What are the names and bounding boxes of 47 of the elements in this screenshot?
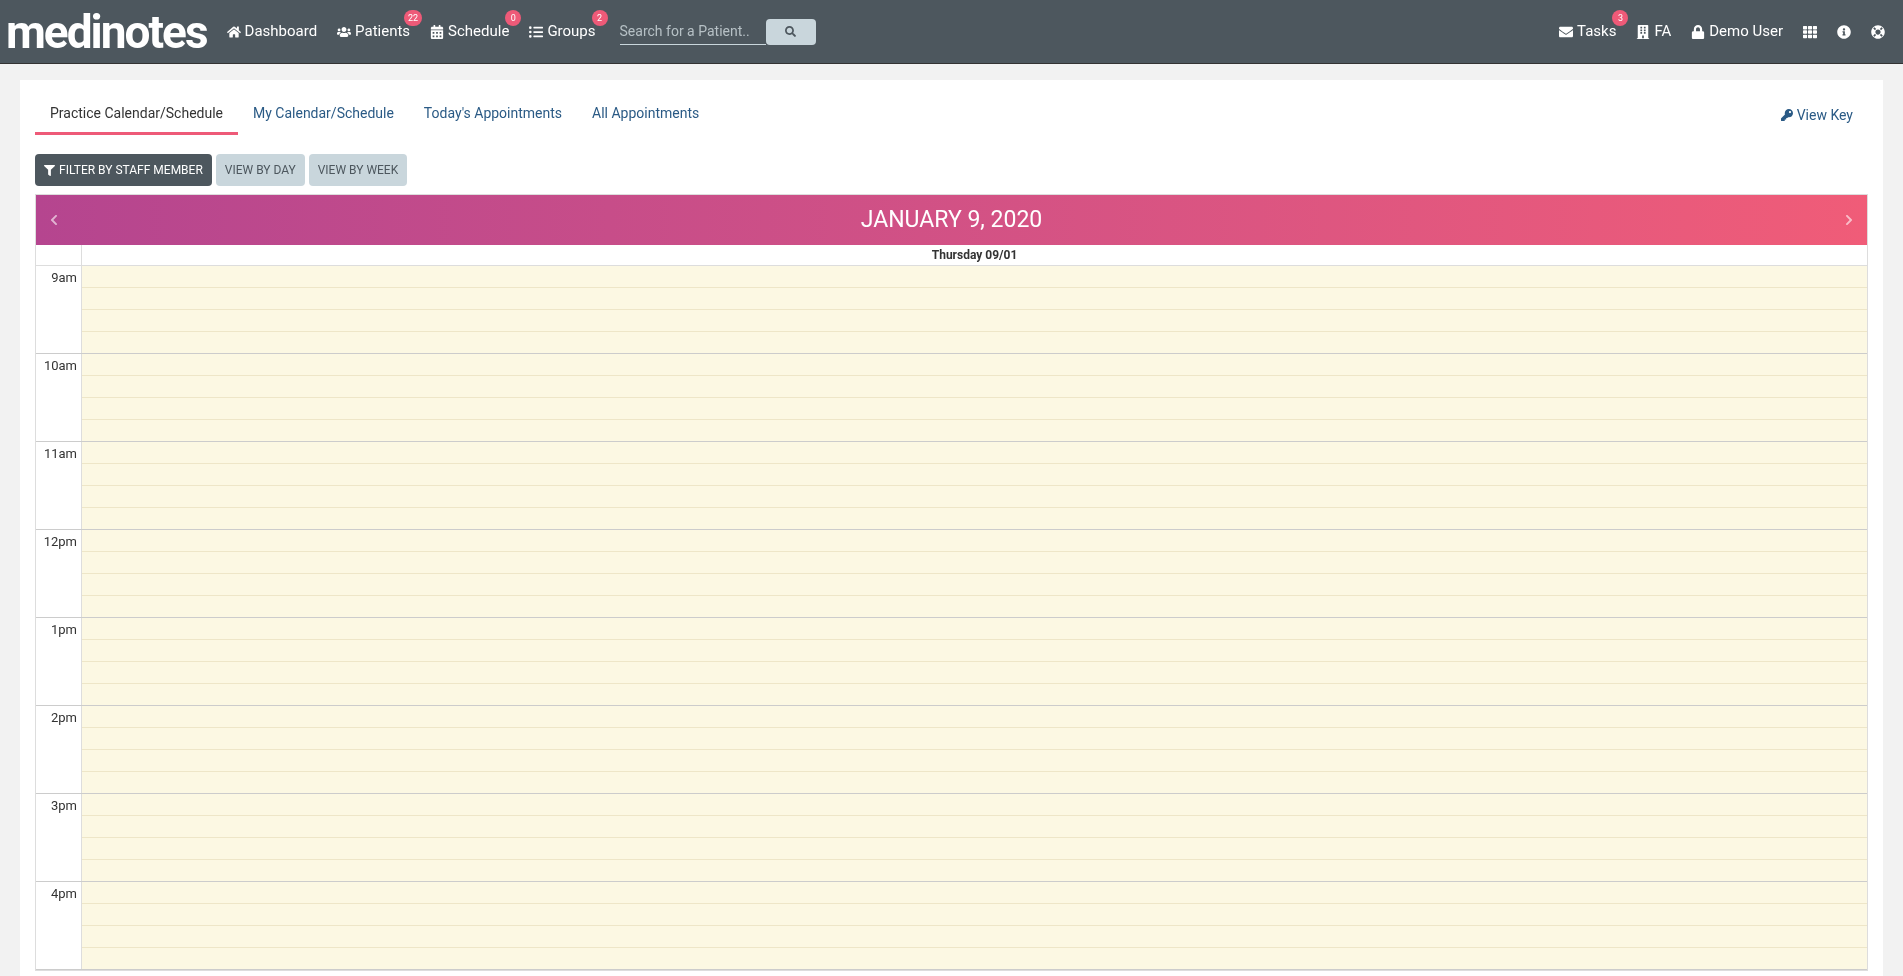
filter-button[interactable]: FILTER BY STAFF MEMBER bbox=[35, 154, 212, 186]
home-icon bbox=[226, 24, 241, 39]
chevron-left-icon bbox=[48, 214, 60, 226]
search-icon bbox=[785, 26, 797, 37]
day-header: Thursday 09/01 bbox=[930, 247, 1019, 264]
count-badge: 22 bbox=[403, 10, 423, 27]
tab[interactable]: Practice Calendar/Schedule bbox=[35, 95, 238, 135]
lock-icon bbox=[1691, 24, 1706, 39]
brand-logo[interactable]: medinotes bbox=[6, 8, 207, 55]
hour-label: 9am bbox=[50, 269, 78, 287]
lifebuoy-icon bbox=[1871, 24, 1885, 39]
tab[interactable]: All Appointments bbox=[577, 95, 715, 135]
calendar-icon bbox=[430, 24, 445, 39]
nav-link[interactable]: Dashboard bbox=[226, 20, 318, 43]
filter-icon bbox=[44, 164, 55, 176]
previous-button[interactable] bbox=[48, 214, 60, 226]
count-badge: 0 bbox=[505, 10, 522, 27]
info-icon bbox=[1837, 24, 1851, 39]
building-icon bbox=[1636, 24, 1651, 39]
calendar-title: JANUARY 9, 2020 bbox=[860, 204, 1043, 235]
view-key-link[interactable]: View Key bbox=[1780, 104, 1853, 126]
nav-link[interactable]: FA bbox=[1636, 20, 1672, 43]
hour-label: 11am bbox=[42, 445, 78, 463]
nav-link[interactable]: Demo User bbox=[1691, 20, 1783, 43]
hour-label: 2pm bbox=[50, 709, 78, 727]
view-button[interactable]: VIEW BY WEEK bbox=[308, 154, 408, 186]
hour-label: 4pm bbox=[50, 885, 78, 903]
count-badge: 3 bbox=[1612, 10, 1629, 27]
tab[interactable]: My Calendar/Schedule bbox=[238, 95, 409, 135]
list-icon bbox=[529, 24, 544, 39]
grid-icon bbox=[1803, 24, 1817, 39]
view-button[interactable]: VIEW BY DAY bbox=[215, 154, 305, 186]
hour-label: 1pm bbox=[50, 621, 78, 639]
nav-icon-button[interactable] bbox=[1837, 24, 1851, 39]
search-field[interactable]: Search for a Patient.. bbox=[619, 18, 766, 45]
nav-icon-button[interactable] bbox=[1803, 24, 1817, 39]
hour-label: 12pm bbox=[42, 533, 78, 551]
hour-label: 3pm bbox=[50, 797, 78, 815]
nav-icon-button[interactable] bbox=[1871, 24, 1885, 39]
search-button[interactable] bbox=[765, 18, 816, 45]
hour-label: 10am bbox=[42, 357, 78, 375]
count-badge: 2 bbox=[591, 10, 608, 27]
envelope-icon bbox=[1559, 24, 1574, 39]
chevron-right-icon bbox=[1843, 214, 1855, 226]
users-icon bbox=[337, 24, 352, 39]
tab[interactable]: Today's Appointments bbox=[408, 95, 578, 135]
key-icon bbox=[1780, 109, 1793, 121]
